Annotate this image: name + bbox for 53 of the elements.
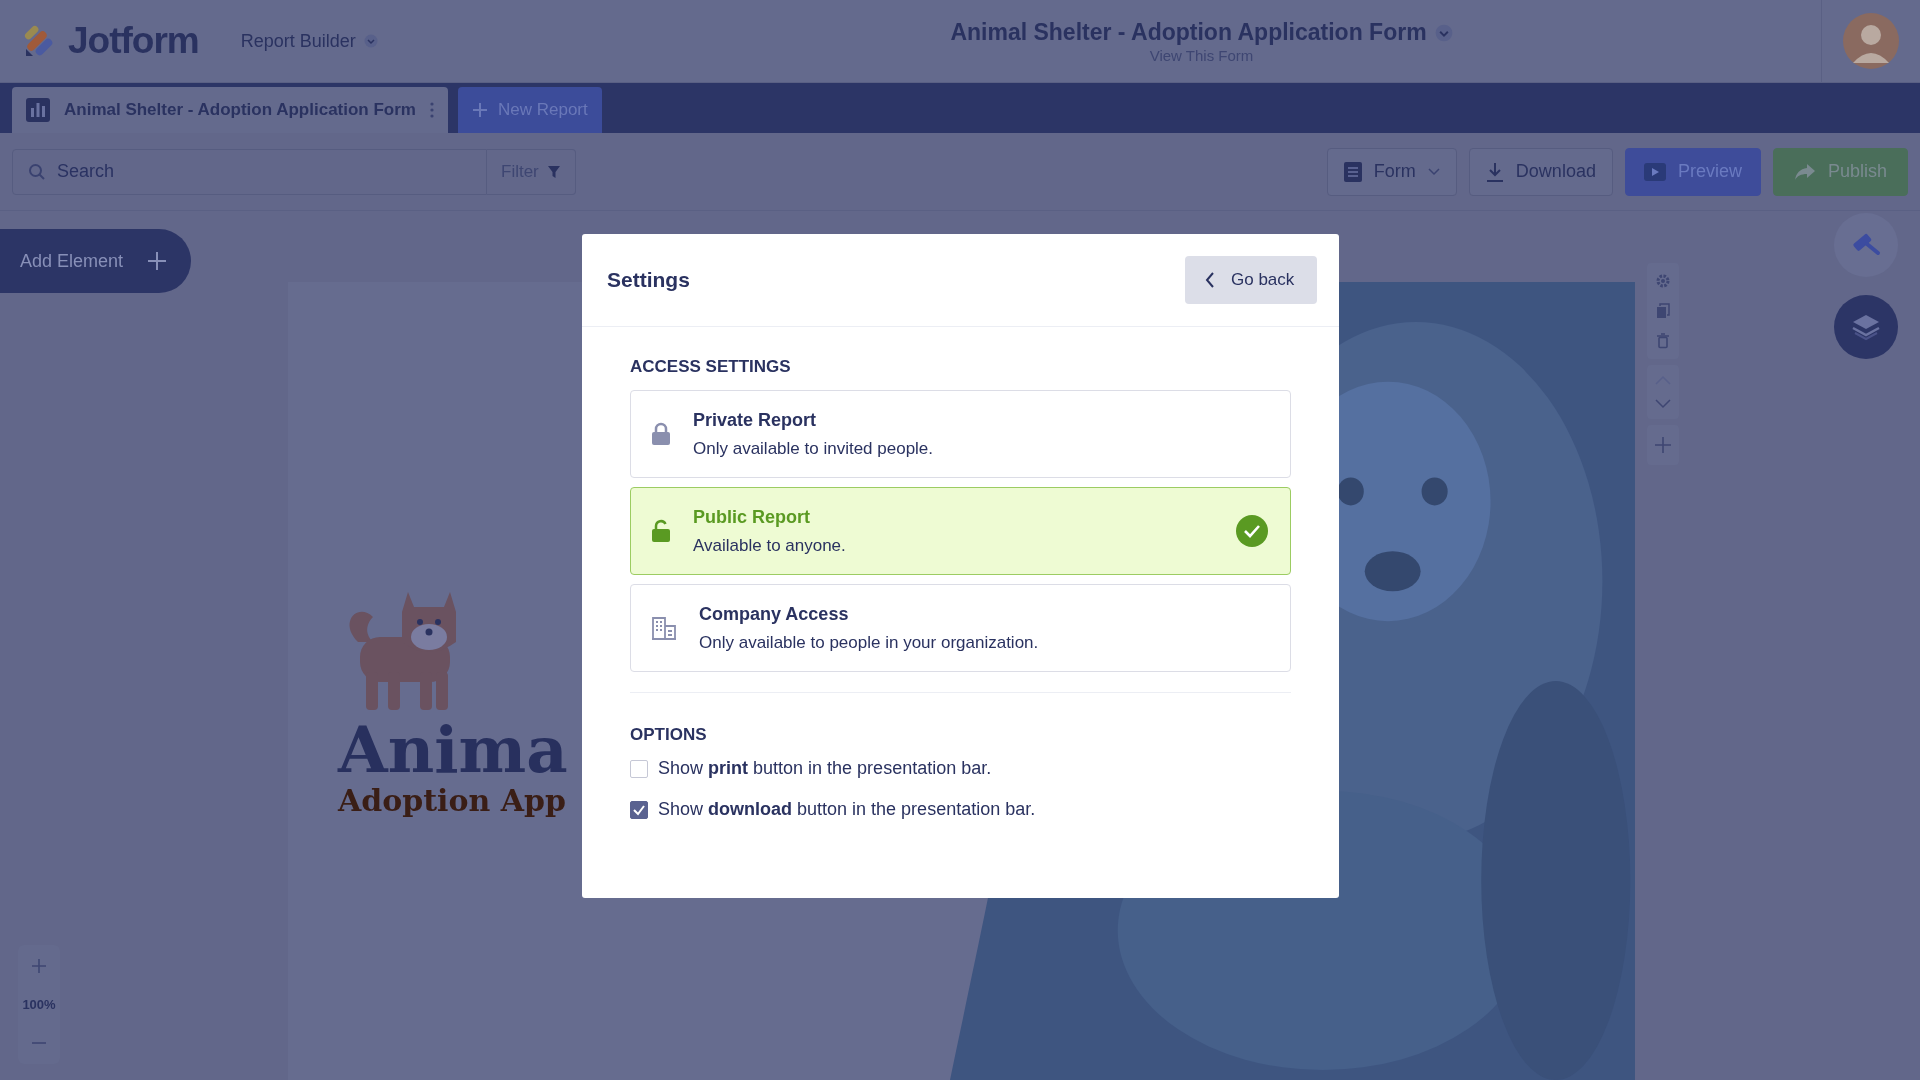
section-heading: ACCESS SETTINGS: [630, 357, 792, 377]
unlocked-lock-icon: [651, 519, 671, 543]
checkbox[interactable]: [630, 800, 648, 819]
report-subtitle: Adoption App: [338, 783, 566, 819]
trash-icon[interactable]: [1656, 333, 1670, 349]
search-icon: [28, 162, 46, 181]
download-icon: [1485, 161, 1504, 182]
copy-icon[interactable]: [1656, 303, 1670, 319]
zoom-level: 100%: [22, 996, 56, 1014]
form-title-dropdown[interactable]: Animal Shelter - Adoption Application Form: [944, 18, 1459, 47]
settings-icon[interactable]: [1655, 273, 1671, 289]
form-button[interactable]: Form: [1326, 147, 1457, 196]
option-description: Only available to invited people.: [693, 438, 935, 459]
access-option[interactable]: Private Report Only available to invited people.: [630, 390, 1291, 478]
document-icon: [1343, 161, 1362, 182]
dialog-title: Settings: [607, 268, 690, 292]
checkbox-label: Show print button in the presentation bar.: [658, 758, 992, 779]
logo[interactable]: Jotform: [68, 20, 199, 62]
option-title: Private Report: [693, 409, 818, 431]
avatar[interactable]: [1843, 13, 1899, 69]
checkbox-label: Show download button in the presentation bar.: [658, 799, 1036, 820]
lock-icon: [651, 422, 671, 446]
go-back-button[interactable]: Go back: [1185, 256, 1317, 304]
more-icon: [429, 102, 434, 118]
caret-icon: [1434, 23, 1453, 42]
access-option[interactable]: Public Report Available to anyone.: [630, 487, 1291, 575]
option-description: Available to anyone.: [693, 535, 847, 556]
plus-icon: [147, 251, 168, 271]
download-button[interactable]: Download: [1468, 147, 1613, 196]
search-field[interactable]: Search: [12, 148, 487, 195]
plus-icon: [32, 959, 46, 973]
chart-icon: [26, 98, 50, 122]
option-title: Public Report: [693, 506, 811, 528]
option-title: Company Access: [699, 603, 850, 625]
caret-icon: [363, 34, 378, 48]
product-dropdown[interactable]: Report Builder: [234, 29, 384, 53]
building-icon: [651, 616, 677, 640]
option-description: Only available to people in your organization.: [699, 632, 1040, 653]
layers-icon: [1851, 313, 1881, 341]
section-heading: OPTIONS: [630, 725, 708, 745]
filter-icon: [546, 164, 561, 179]
play-icon: [1643, 162, 1666, 181]
add-page-button[interactable]: [1647, 425, 1679, 465]
plus-icon: [1655, 437, 1671, 453]
plus-icon: [471, 102, 488, 118]
chevron-left-icon: [1205, 272, 1215, 288]
caret-icon: [1427, 167, 1440, 176]
share-icon: [1793, 162, 1816, 181]
report-title: Anima: [338, 716, 568, 784]
check-circle-icon: [1236, 515, 1268, 547]
report-tab[interactable]: Animal Shelter - Adoption Application Form: [12, 87, 448, 133]
access-option[interactable]: Company Access Only available to people in your organization.: [630, 584, 1291, 672]
add-element-button[interactable]: Add Element: [0, 229, 191, 293]
